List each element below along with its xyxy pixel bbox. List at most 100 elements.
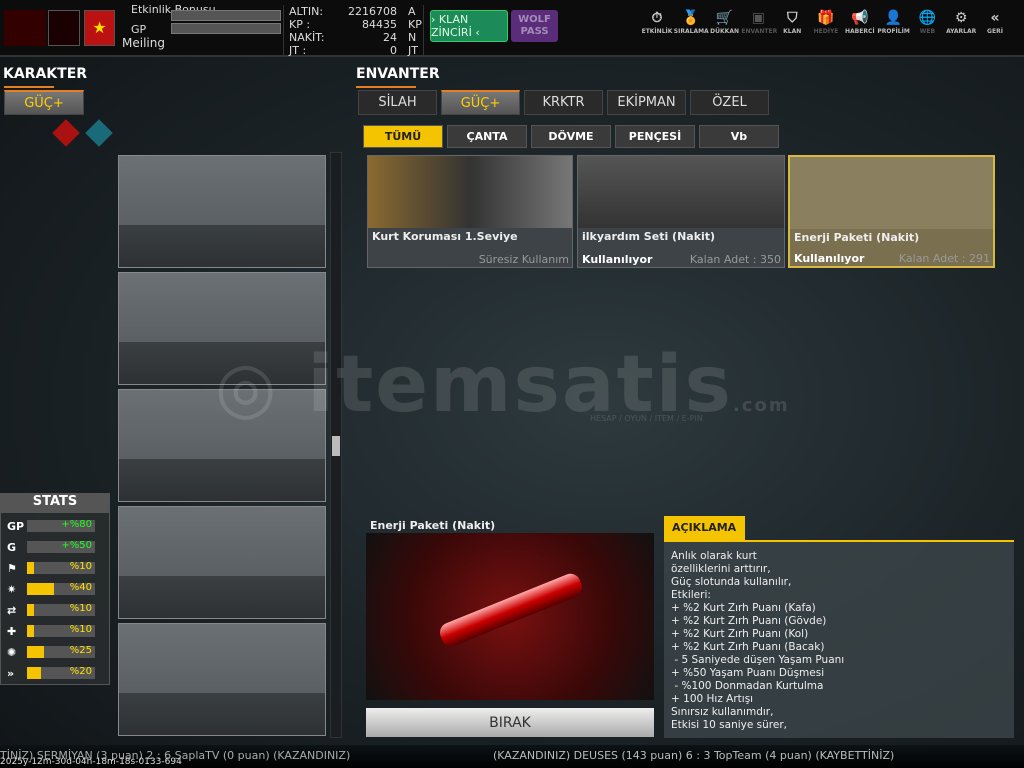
description-line: + 100 Hız Artışı xyxy=(671,693,754,705)
currency-value: 24 xyxy=(383,31,397,44)
nav-icon: 🌐 xyxy=(918,10,937,26)
subtab-0[interactable]: TÜMÜ xyxy=(363,125,443,148)
item-status: Kullanılıyor xyxy=(794,252,865,265)
ticker-right: (KAZANDINIZ) DEUSES (143 puan) 6 : 3 Top… xyxy=(493,749,895,762)
currency-unit: A xyxy=(408,5,416,18)
nav-label: ETKİNLİK xyxy=(641,28,673,35)
tab-3[interactable]: EKİPMAN xyxy=(607,90,686,115)
stat-icon: ✷ xyxy=(7,582,17,596)
tab-0[interactable]: SİLAH xyxy=(358,90,437,115)
stat-icon: ⚑ xyxy=(7,561,17,575)
scrollbar-thumb[interactable] xyxy=(332,436,340,456)
subtab-2[interactable]: DÖVME xyxy=(531,125,611,148)
description-line: - %100 Donmadan Kurtulma xyxy=(671,680,824,692)
stat-bar-fill xyxy=(27,667,41,679)
stat-icon: GP xyxy=(7,519,25,533)
stat-row: ✺ %25 xyxy=(7,645,99,659)
stat-icon: » xyxy=(7,666,15,680)
nav-7[interactable]: 👤 PROFİLİM xyxy=(877,10,911,35)
nav-icon: 📢 xyxy=(851,10,869,26)
nav-3[interactable]: ▣ ENVANTER xyxy=(741,10,778,35)
tab-guc-plus-left[interactable]: GÜÇ+ xyxy=(4,90,84,115)
description-line: + %2 Kurt Zırh Puanı (Kol) xyxy=(671,628,809,640)
envanter-title: ENVANTER xyxy=(356,66,440,82)
nav-10[interactable]: « GERİ xyxy=(978,10,1012,35)
stat-row: ⇄ %10 xyxy=(7,603,99,617)
currency-value: 2216708 xyxy=(348,5,397,18)
stat-icon: ⇄ xyxy=(7,603,17,617)
equip-slot-1[interactable] xyxy=(118,155,326,268)
tab-4[interactable]: ÖZEL xyxy=(690,90,769,115)
nav-label: AYARLAR xyxy=(946,28,977,35)
wolf-pass-button[interactable]: WOLF PASS xyxy=(511,10,558,42)
watermark-tagline: HESAP / OYUN / ITEM / E-PIN xyxy=(590,414,703,423)
description-tab[interactable]: AÇIKLAMA xyxy=(664,516,745,540)
stat-value: %40 xyxy=(69,582,92,593)
nav-icon: 👤 xyxy=(884,10,903,26)
watermark-logo: ◎ itemsatis.com xyxy=(215,340,790,430)
stat-value: %10 xyxy=(69,624,92,635)
nav-label: GERİ xyxy=(987,28,1003,35)
drop-button[interactable]: BIRAK xyxy=(366,708,654,737)
nav-icon: ⚙ xyxy=(954,10,968,26)
currency-unit: JT xyxy=(408,44,418,57)
stat-row: GP +%80 xyxy=(7,519,99,533)
stat-value: %10 xyxy=(69,561,92,572)
nav-label: DÜKKAN xyxy=(710,28,739,35)
slot-scrollbar[interactable] xyxy=(330,152,342,738)
item-quantity: Süresiz Kullanım xyxy=(478,253,569,266)
description-line: Etkisi 10 saniye sürer, xyxy=(671,719,787,731)
nav-icon: ⛉ xyxy=(786,10,798,26)
stats-panel: STATS GP +%80 G +%50 ⚑ %10 ✷ %40 ⇄ %10 ✚ %10 ✺ %25 » %2… xyxy=(0,493,110,685)
subtab-3[interactable]: PENÇESİ xyxy=(615,125,695,148)
stat-icon: G xyxy=(7,540,17,554)
description-line: + %2 Kurt Zırh Puanı (Bacak) xyxy=(671,641,825,653)
nav-2[interactable]: 🛒 DÜKKAN xyxy=(708,10,742,35)
nav-label: HEDİYE xyxy=(813,28,839,35)
nav-9[interactable]: ⚙ AYARLAR xyxy=(944,10,978,35)
description-line: + %2 Kurt Zırh Puanı (Gövde) xyxy=(671,615,827,627)
item-name: ilkyardım Seti (Nakit) xyxy=(582,230,716,243)
subtab-1[interactable]: ÇANTA xyxy=(447,125,527,148)
defense-mode-icon[interactable] xyxy=(85,119,113,147)
nav-8[interactable]: 🌐 WEB xyxy=(910,10,944,35)
tab-1[interactable]: GÜÇ+ xyxy=(441,90,520,115)
item-name: Kurt Koruması 1.Seviye xyxy=(372,230,518,243)
currency-value: 84435 xyxy=(362,18,397,31)
nav-1[interactable]: 🏅 SIRALAMA xyxy=(674,10,709,35)
description-line: özelliklerini arttırır, xyxy=(671,563,771,575)
timestamp: 2025y-12m-30d-04h-18m-18s-0133-694 xyxy=(0,757,182,767)
nav-label: ENVANTER xyxy=(741,28,778,35)
currency-label: ALTIN: xyxy=(289,5,324,18)
nav-icon: 🏅 xyxy=(682,10,700,26)
item-card[interactable]: ilkyardım Seti (Nakit) Kullanılıyor Kalan … xyxy=(577,155,785,268)
nav-icon: ⏱ xyxy=(651,10,663,26)
item-card[interactable]: Enerji Paketi (Nakit) Kullanılıyor Kalan A… xyxy=(788,155,995,268)
equip-slot-4[interactable] xyxy=(118,506,326,619)
nav-6[interactable]: 📢 HABERCİ xyxy=(843,10,877,35)
item-quantity: Kalan Adet : 291 xyxy=(898,252,990,265)
nav-0[interactable]: ⏱ ETKİNLİK xyxy=(640,10,674,35)
stat-row: ⚑ %10 xyxy=(7,561,99,575)
stat-value: %25 xyxy=(69,645,92,656)
nav-5[interactable]: 🎁 HEDİYE xyxy=(809,10,843,35)
currency-label: KP : xyxy=(289,18,311,31)
stat-bar-fill xyxy=(27,625,34,637)
stats-title: STATS xyxy=(1,494,109,513)
description-line: Sınırsız kullanımdır, xyxy=(671,706,774,718)
attack-mode-icon[interactable] xyxy=(52,119,80,147)
nav-4[interactable]: ⛉ KLAN xyxy=(775,10,809,35)
nav-label: WEB xyxy=(919,28,936,35)
klan-zinciri-button[interactable]: › KLAN ZİNCİRİ ‹ xyxy=(430,10,508,42)
nav-label: KLAN xyxy=(783,28,802,35)
equip-slot-5[interactable] xyxy=(118,623,326,736)
tab-2[interactable]: KRKTR xyxy=(524,90,603,115)
stat-icon: ✺ xyxy=(7,645,17,659)
item-image xyxy=(368,156,572,228)
stat-value: +%80 xyxy=(61,519,92,530)
stat-row: ✷ %40 xyxy=(7,582,99,596)
stat-value: +%50 xyxy=(61,540,92,551)
item-card[interactable]: Kurt Koruması 1.Seviye Süresiz Kullanım xyxy=(367,155,573,268)
nav-label: PROFİLİM xyxy=(877,28,910,35)
subtab-4[interactable]: Vb xyxy=(699,125,779,148)
